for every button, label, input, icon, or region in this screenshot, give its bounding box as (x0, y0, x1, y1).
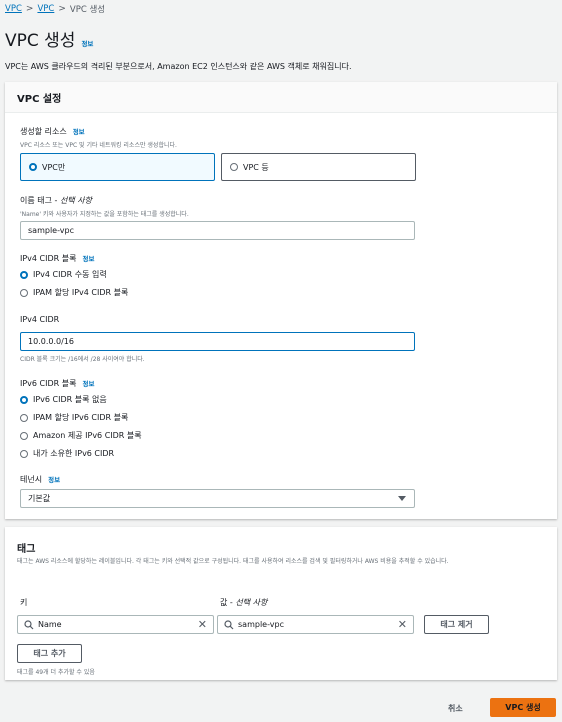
radio-unselected-icon (20, 288, 28, 297)
resources-info-link[interactable]: 정보 (73, 126, 85, 136)
search-icon (24, 619, 38, 630)
radio-selected-icon (29, 163, 37, 171)
cancel-button[interactable]: 취소 (448, 703, 463, 714)
breadcrumb-separator: > (58, 4, 66, 14)
breadcrumb-current: VPC 생성 (69, 5, 106, 15)
tenancy-select[interactable]: 기본값 (20, 489, 415, 508)
name-tag-label: 이름 태그 - 선택 사항 (20, 195, 92, 206)
tag-value-optional: 선택 사항 (235, 598, 268, 607)
clear-icon[interactable]: ✕ (198, 618, 207, 631)
ipv6-option-amazon[interactable]: Amazon 제공 IPv6 CIDR 블록 (20, 430, 142, 441)
create-vpc-button[interactable]: VPC 생성 (490, 698, 556, 717)
breadcrumb-separator: > (25, 4, 34, 14)
radio-unselected-icon (20, 431, 28, 440)
search-icon (224, 619, 238, 630)
clear-icon[interactable]: ✕ (398, 618, 407, 631)
resource-option-label: VPC 등 (243, 162, 269, 172)
resource-option-label: VPC만 (42, 162, 66, 172)
ipv4-option-label: IPv4 CIDR 수동 입력 (33, 270, 107, 279)
resource-option-vpc-and-more[interactable]: VPC 등 (221, 153, 416, 181)
name-tag-description: 'Name' 키와 사용자가 지정하는 값을 포함하는 태그를 생성합니다. (20, 211, 189, 218)
resources-label-text: 생성할 리소스 (20, 127, 67, 136)
tenancy-label: 테넌시 정보 (20, 474, 60, 485)
radio-unselected-icon (20, 449, 28, 458)
ipv4-option-ipam[interactable]: IPAM 할당 IPv4 CIDR 블록 (20, 287, 128, 298)
resources-label: 생성할 리소스 정보 (20, 126, 85, 137)
ipv6-block-info-link[interactable]: 정보 (82, 378, 94, 388)
breadcrumb-vpc-list-link[interactable]: VPC (37, 4, 54, 14)
ipv4-cidr-label-text: IPv4 CIDR (20, 315, 60, 324)
tenancy-info-link[interactable]: 정보 (48, 474, 60, 484)
tag-value-value: sample-vpc (238, 620, 284, 629)
name-tag-optional: 선택 사항 (59, 196, 92, 205)
ipv4-cidr-label: IPv4 CIDR (20, 315, 59, 324)
ipv6-option-label: 내가 소유한 IPv6 CIDR (33, 449, 115, 458)
ipv4-cidr-input[interactable]: 10.0.0.0/16 (20, 332, 415, 351)
resources-description: VPC 리소스 또는 VPC 및 기타 네트워킹 리소스만 생성합니다. (20, 142, 177, 149)
tags-header: 태그 (17, 544, 36, 555)
vpc-settings-header: VPC 설정 (5, 82, 557, 113)
tag-key-label-text: 키 (20, 598, 28, 607)
name-tag-input[interactable]: sample-vpc (20, 221, 415, 240)
page-title: VPC 생성 (5, 31, 76, 51)
tag-value-label-text: 값 - (220, 598, 236, 607)
radio-selected-icon (20, 395, 28, 404)
page-header: VPC 생성 정보 (5, 26, 93, 51)
tags-remaining-hint: 태그를 49개 더 추가할 수 있음 (17, 669, 95, 676)
caret-down-icon (398, 496, 406, 501)
ipv4-option-manual[interactable]: IPv4 CIDR 수동 입력 (20, 269, 107, 280)
page-description: VPC는 AWS 클라우드의 격리된 부분으로서, Amazon EC2 인스턴… (5, 62, 352, 71)
tenancy-selected-value: 기본값 (28, 494, 51, 503)
radio-unselected-icon (20, 413, 28, 422)
add-tag-button[interactable]: 태그 추가 (17, 644, 82, 663)
ipv6-option-label: Amazon 제공 IPv6 CIDR 블록 (33, 431, 142, 440)
ipv6-option-none[interactable]: IPv6 CIDR 블록 없음 (20, 394, 107, 405)
ipv6-option-label: IPAM 할당 IPv6 CIDR 블록 (33, 413, 129, 422)
ipv6-block-label: IPv6 CIDR 블록 정보 (20, 378, 94, 389)
tag-value-input[interactable]: sample-vpc ✕ (217, 615, 414, 634)
resource-option-vpc-only[interactable]: VPC만 (20, 153, 215, 181)
tags-description: 태그는 AWS 리소스에 할당하는 레이블입니다. 각 태그는 키와 선택적 값… (17, 558, 449, 565)
ipv4-cidr-hint: CIDR 블록 크기는 /16에서 /28 사이여야 합니다. (20, 356, 145, 363)
tag-key-value: Name (38, 620, 62, 629)
ipv4-block-info-link[interactable]: 정보 (82, 253, 94, 263)
ipv4-block-label: IPv4 CIDR 블록 정보 (20, 253, 94, 264)
breadcrumb-vpc-link[interactable]: VPC (5, 4, 22, 14)
radio-unselected-icon (230, 163, 238, 171)
tenancy-label-text: 테넌시 (20, 475, 43, 484)
ipv4-option-label: IPAM 할당 IPv4 CIDR 블록 (33, 288, 129, 297)
tags-panel: 태그 태그는 AWS 리소스에 할당하는 레이블입니다. 각 태그는 키와 선택… (5, 527, 557, 680)
radio-selected-icon (20, 270, 28, 279)
ipv6-block-label-text: IPv6 CIDR 블록 (20, 379, 77, 388)
remove-tag-button[interactable]: 태그 제거 (424, 615, 489, 634)
tag-value-label: 값 - 선택 사항 (220, 597, 267, 608)
page-info-link[interactable]: 정보 (81, 38, 93, 48)
ipv6-option-ipam[interactable]: IPAM 할당 IPv6 CIDR 블록 (20, 412, 128, 423)
vpc-settings-panel: VPC 설정 생성할 리소스 정보 VPC 리소스 또는 VPC 및 기타 네트… (5, 82, 557, 519)
tag-key-input[interactable]: Name ✕ (17, 615, 214, 634)
tag-key-label: 키 (20, 597, 27, 608)
ipv6-option-label: IPv6 CIDR 블록 없음 (33, 395, 107, 404)
name-tag-label-text: 이름 태그 - (20, 196, 60, 205)
breadcrumb: VPC > VPC > VPC 생성 (5, 3, 105, 15)
ipv6-option-byoip[interactable]: 내가 소유한 IPv6 CIDR (20, 448, 114, 459)
ipv4-block-label-text: IPv4 CIDR 블록 (20, 254, 77, 263)
